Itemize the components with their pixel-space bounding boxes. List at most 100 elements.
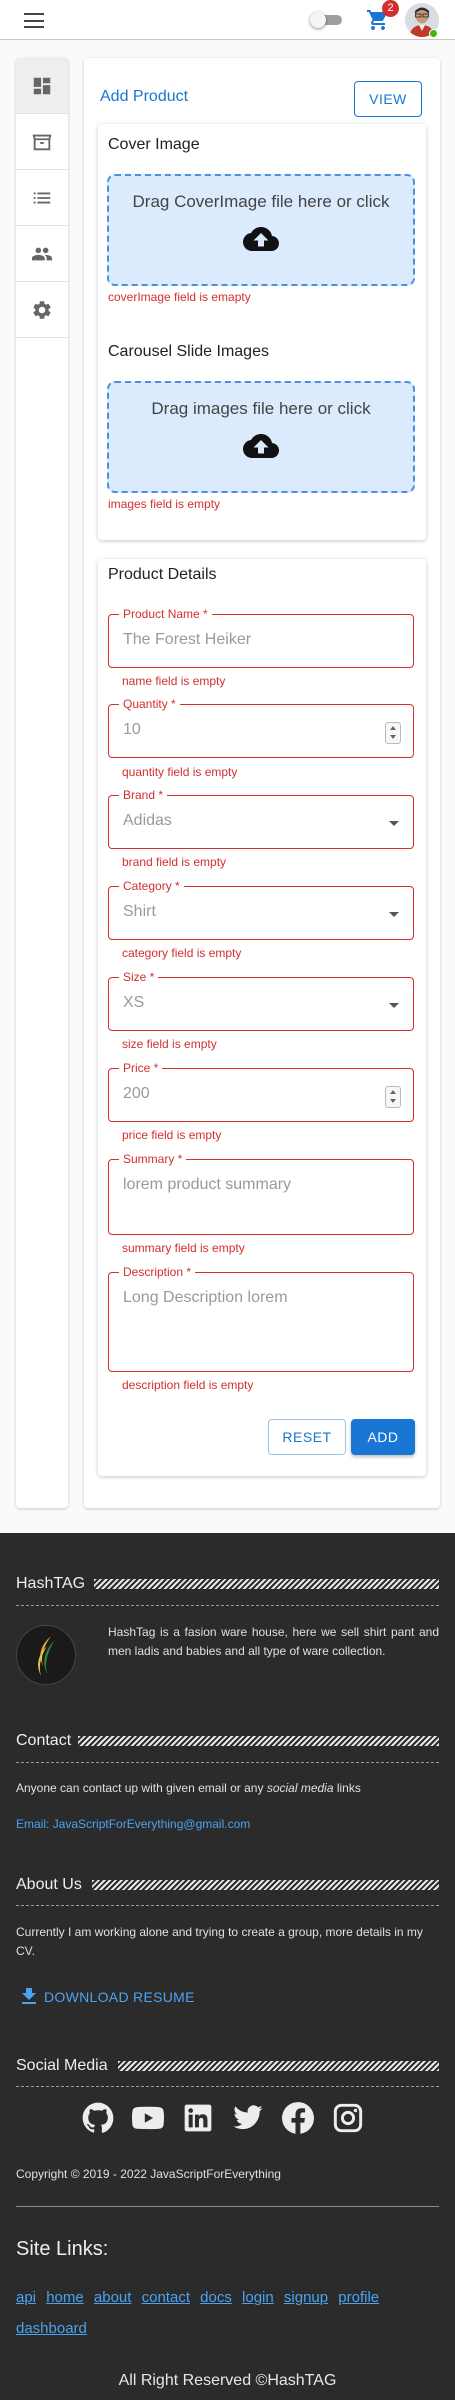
description-field[interactable]: Description * Long Description lorem bbox=[108, 1265, 414, 1372]
site-link-dashboard[interactable]: dashboard bbox=[16, 2320, 87, 2337]
twitter-icon[interactable] bbox=[232, 2102, 264, 2134]
reset-button[interactable]: RESET bbox=[268, 1419, 346, 1455]
site-link-profile[interactable]: profile bbox=[338, 2289, 379, 2306]
site-links: api home about contact docs login signup… bbox=[16, 2282, 436, 2344]
list-icon bbox=[33, 192, 51, 203]
contact-email-link[interactable]: Email: JavaScriptForEverything@gmail.com bbox=[16, 1815, 439, 1834]
price-field[interactable]: Price * 200 bbox=[108, 1061, 414, 1122]
view-button[interactable]: VIEW bbox=[354, 81, 422, 117]
carousel-images-drop-text: Drag images file here or click bbox=[151, 399, 371, 418]
quantity-field[interactable]: Quantity * 10 bbox=[108, 697, 414, 758]
description-label: Description * bbox=[119, 1265, 196, 1279]
site-link-api[interactable]: api bbox=[16, 2289, 36, 2306]
linkedin-icon[interactable] bbox=[182, 2102, 214, 2134]
cover-image-drop-text: Drag CoverImage file here or click bbox=[132, 192, 390, 211]
price-label: Price * bbox=[119, 1061, 163, 1075]
carousel-images-error: images field is empty bbox=[108, 497, 221, 511]
about-title: About Us bbox=[16, 1876, 82, 1893]
price-stepper[interactable] bbox=[385, 1086, 401, 1108]
carousel-images-dropzone[interactable]: Drag images file here or click bbox=[107, 381, 415, 493]
facebook-icon[interactable] bbox=[282, 2102, 315, 2134]
cover-image-dropzone[interactable]: Drag CoverImage file here or click bbox=[107, 174, 415, 286]
theme-toggle[interactable] bbox=[310, 12, 344, 28]
divider bbox=[16, 1762, 439, 1763]
quantity-error: quantity field is empty bbox=[122, 765, 238, 779]
quantity-stepper[interactable] bbox=[385, 722, 401, 744]
people-icon bbox=[31, 247, 53, 260]
contact-title: Contact bbox=[16, 1732, 72, 1749]
sidebar-item-store[interactable] bbox=[16, 114, 68, 170]
product-name-error: name field is empty bbox=[122, 674, 226, 688]
brand-value: Adidas bbox=[123, 812, 172, 829]
divider bbox=[16, 2086, 439, 2087]
size-value: XS bbox=[123, 994, 145, 1011]
online-status-dot bbox=[429, 29, 438, 38]
chevron-down-icon bbox=[389, 912, 399, 917]
chevron-down-icon bbox=[389, 821, 399, 826]
brand-select[interactable]: Brand * Adidas bbox=[108, 788, 414, 849]
contact-text: Anyone can contact up with given email o… bbox=[16, 1781, 361, 1795]
product-details-title: Product Details bbox=[108, 566, 217, 583]
product-name-field[interactable]: Product Name * The Forest Heiker bbox=[108, 607, 414, 668]
sidebar-item-list[interactable] bbox=[16, 170, 68, 226]
carousel-images-title: Carousel Slide Images bbox=[108, 343, 269, 360]
sidebar-item-dashboard[interactable] bbox=[16, 58, 68, 114]
chevron-down-icon bbox=[389, 1003, 399, 1008]
github-icon[interactable] bbox=[82, 2102, 114, 2134]
about-text: Currently I am working alone and trying … bbox=[16, 1925, 423, 1958]
contact-stripe bbox=[78, 1736, 439, 1746]
social-media-stripe bbox=[118, 2061, 439, 2071]
sidebar-item-settings[interactable] bbox=[16, 282, 68, 338]
all-rights-reserved: All Right Reserved ©HashTAG bbox=[118, 2372, 337, 2389]
cart-count-badge: 2 bbox=[382, 0, 399, 17]
price-value: 200 bbox=[123, 1085, 150, 1102]
category-value: Shirt bbox=[123, 903, 156, 920]
social-icons bbox=[82, 2102, 364, 2134]
summary-field[interactable]: Summary * lorem product summary bbox=[108, 1152, 414, 1235]
site-link-about[interactable]: about bbox=[94, 2289, 132, 2306]
site-link-contact[interactable]: contact bbox=[142, 2289, 190, 2306]
category-error: category field is empty bbox=[122, 946, 242, 960]
download-icon bbox=[22, 1988, 36, 2004]
youtube-icon[interactable] bbox=[132, 2102, 164, 2134]
side-navigation bbox=[16, 58, 68, 1508]
download-resume-button[interactable]: DOWNLOAD RESUME bbox=[22, 1988, 195, 2005]
divider bbox=[16, 1905, 439, 1906]
cover-image-error: coverImage field is emapty bbox=[108, 290, 251, 304]
description-error: description field is empty bbox=[122, 1378, 254, 1392]
brand-label: Brand * bbox=[119, 788, 168, 802]
instagram-icon[interactable] bbox=[332, 2102, 364, 2134]
app-bar: 2 bbox=[0, 0, 455, 40]
site-link-signup[interactable]: signup bbox=[284, 2289, 328, 2306]
about-stripe bbox=[92, 1880, 439, 1890]
description-value: Long Description lorem bbox=[123, 1289, 288, 1306]
menu-icon[interactable] bbox=[24, 13, 44, 28]
site-link-home[interactable]: home bbox=[46, 2289, 84, 2306]
footer-brand-title: HashTAG bbox=[16, 1575, 86, 1592]
footer-brand-text: HashTag is a fasion ware house, here we … bbox=[108, 1625, 439, 1658]
dashboard-icon bbox=[33, 77, 51, 94]
add-button[interactable]: ADD bbox=[351, 1419, 415, 1455]
settings-icon bbox=[33, 300, 51, 319]
product-name-label: Product Name * bbox=[119, 607, 212, 621]
size-select[interactable]: Size * XS bbox=[108, 970, 414, 1031]
size-error: size field is empty bbox=[122, 1037, 217, 1051]
divider bbox=[16, 2206, 439, 2207]
quantity-label: Quantity * bbox=[119, 697, 180, 711]
summary-label: Summary * bbox=[119, 1152, 187, 1166]
brand-error: brand field is empty bbox=[122, 855, 227, 869]
site-link-docs[interactable]: docs bbox=[200, 2289, 232, 2306]
summary-value: lorem product summary bbox=[123, 1176, 292, 1193]
hashtag-logo bbox=[16, 1625, 76, 1685]
site-link-login[interactable]: login bbox=[242, 2289, 274, 2306]
cloud-upload-icon bbox=[243, 434, 279, 458]
product-name-value: The Forest Heiker bbox=[123, 631, 252, 648]
cover-image-title: Cover Image bbox=[108, 136, 200, 153]
page-title: Add Product bbox=[100, 88, 189, 105]
category-select[interactable]: Category * Shirt bbox=[108, 879, 414, 940]
category-label: Category * bbox=[119, 879, 184, 893]
copyright-text: Copyright © 2019 - 2022 JavaScriptForEve… bbox=[16, 2167, 281, 2181]
quantity-value: 10 bbox=[123, 721, 141, 738]
footer: HashTAG HashTag is a fasion ware house, … bbox=[0, 1533, 455, 2400]
sidebar-item-users[interactable] bbox=[16, 226, 68, 282]
